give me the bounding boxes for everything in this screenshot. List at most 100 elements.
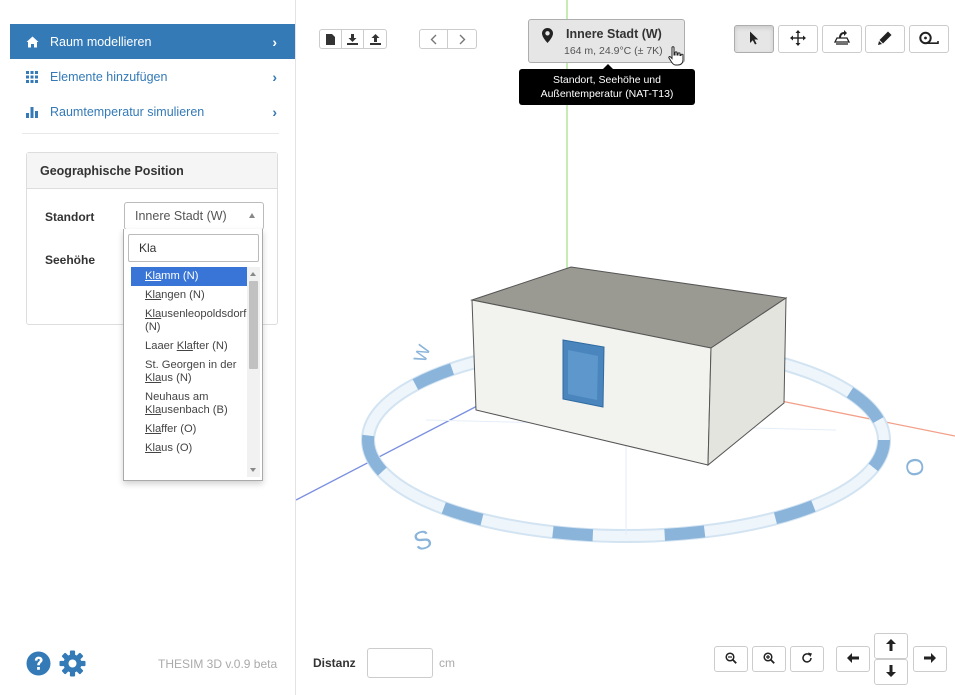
option-text-match: Kla	[145, 404, 162, 416]
standort-select-value: Innere Stadt (W)	[135, 209, 227, 223]
chevron-right-icon: ›	[272, 68, 277, 85]
rotate-tool-button[interactable]	[822, 25, 862, 53]
option-text-before: Neuhaus am	[145, 391, 209, 403]
dropdown-option[interactable]: Laaer Klafter (N)	[131, 337, 247, 356]
option-text-after: us (O)	[161, 442, 193, 454]
home-icon	[24, 36, 40, 48]
nav-item-elemente-hinzufuegen[interactable]: Elemente hinzufügen ›	[10, 59, 295, 94]
option-text-after: fter (N)	[192, 340, 228, 352]
scroll-up-icon	[250, 272, 256, 276]
select-tool-button[interactable]	[734, 25, 774, 53]
history-toolbar	[419, 29, 477, 49]
caret-up-icon	[249, 213, 255, 218]
option-text-after: us (N)	[161, 372, 192, 384]
distance-unit: cm	[439, 656, 455, 670]
reset-view-button[interactable]	[790, 646, 824, 672]
tooltip-line-1: Standort, Seehöhe und	[552, 74, 661, 86]
gear-icon[interactable]	[59, 650, 86, 677]
nav-item-raum-modellieren[interactable]: Raum modellieren ›	[10, 24, 295, 59]
option-text-match: Kla	[145, 423, 162, 435]
download-icon[interactable]	[342, 30, 364, 48]
chevron-right-icon: ›	[272, 33, 277, 50]
rotate-object-icon	[833, 29, 851, 49]
draw-tool-button[interactable]	[865, 25, 905, 53]
zoom-in-icon	[763, 651, 775, 667]
dropdown-options: Klamm (N) Klangen (N) Klausenleopoldsdorf …	[131, 267, 247, 458]
option-text-after: ffer (O)	[161, 423, 197, 435]
location-title: Innere Stadt (W)	[566, 27, 662, 41]
distance-input[interactable]	[367, 648, 433, 678]
hand-pointer-icon	[668, 46, 684, 69]
scroll-down-icon	[250, 468, 256, 472]
tooltip-line-2: Außentemperatur (NAT-T13)	[540, 88, 674, 100]
pan-left-button[interactable]	[836, 646, 870, 672]
standort-select[interactable]: Innere Stadt (W)	[124, 202, 264, 230]
bar-chart-icon	[24, 106, 40, 118]
dropdown-option[interactable]: Klaffer (O)	[131, 420, 247, 439]
pan-right-button[interactable]	[913, 646, 947, 672]
measure-tool-button[interactable]	[909, 25, 949, 53]
move-tool-button[interactable]	[778, 25, 818, 53]
upload-icon[interactable]	[364, 30, 386, 48]
option-text-match: Kla	[145, 308, 162, 320]
file-toolbar	[319, 29, 387, 49]
window[interactable]	[562, 339, 605, 408]
option-text-match: Kla	[145, 442, 162, 454]
chevron-right-icon: ›	[272, 103, 277, 120]
sidebar-edge	[0, 0, 10, 695]
move-icon	[790, 29, 806, 49]
zoom-out-button[interactable]	[714, 646, 748, 672]
question-circle-icon[interactable]	[26, 651, 51, 676]
undo-icon[interactable]	[420, 30, 448, 48]
distance-label: Distanz	[313, 656, 356, 670]
arrow-down-icon	[886, 664, 896, 680]
location-tooltip: Standort, Seehöhe und Außentemperatur (N…	[519, 64, 695, 105]
option-text-after: usenbach (B)	[161, 404, 228, 416]
arrow-up-icon	[886, 638, 896, 654]
version-text: THESIM 3D v.0.9 beta	[158, 657, 278, 671]
option-text-match: Kla	[176, 340, 193, 352]
arrow-left-icon	[847, 652, 859, 666]
pan-down-button[interactable]	[874, 659, 908, 685]
dropdown-scrollbar[interactable]	[247, 267, 260, 477]
zoom-in-button[interactable]	[752, 646, 786, 672]
option-text-before: St. Georgen in der	[145, 359, 237, 371]
compass-west-label: W	[410, 342, 435, 365]
nav-item-raumtemperatur-simulieren[interactable]: Raumtemperatur simulieren ›	[10, 94, 295, 129]
arrow-right-icon	[924, 652, 936, 666]
option-text-after: ngen (N)	[161, 289, 205, 301]
new-file-icon[interactable]	[320, 30, 342, 48]
map-marker-icon	[542, 28, 553, 46]
select-cursor-icon	[749, 31, 759, 48]
location-button[interactable]: Innere Stadt (W) 164 m, 24.9°C (± 7K)	[528, 19, 685, 66]
option-text-match: Kla	[145, 372, 162, 384]
dropdown-option[interactable]: Klangen (N)	[131, 286, 247, 305]
nav-label: Raumtemperatur simulieren	[50, 104, 205, 119]
dropdown-search-input[interactable]: Kla	[128, 234, 259, 262]
compass-south-label: S	[410, 523, 436, 557]
zoom-out-icon	[725, 651, 737, 667]
redo-icon[interactable]	[448, 30, 476, 48]
dropdown-option[interactable]: Neuhaus am Klausenbach (B)	[131, 388, 247, 420]
pencil-icon	[878, 31, 892, 48]
pan-up-button[interactable]	[874, 633, 908, 659]
sidebar-footer-icons	[26, 650, 86, 677]
dropdown-option[interactable]: St. Georgen in der Klaus (N)	[131, 356, 247, 388]
nav-menu: Raum modellieren › Elemente hinzufügen ›…	[10, 24, 295, 129]
dropdown-option[interactable]: Klaus (O)	[131, 439, 247, 458]
dropdown-option[interactable]: Klausenleopoldsdorf (N)	[131, 305, 247, 337]
refresh-icon	[801, 652, 813, 667]
option-text-before: Laaer	[145, 340, 177, 352]
location-subtitle: 164 m, 24.9°C (± 7K)	[564, 45, 663, 57]
room-box[interactable]	[470, 266, 788, 467]
dropdown-option[interactable]: Klamm (N)	[131, 267, 247, 286]
option-text-match: Kla	[145, 289, 162, 301]
search-value: Kla	[139, 241, 157, 255]
divider	[22, 133, 279, 134]
option-text-after: usenleopoldsdorf (N)	[145, 308, 247, 333]
compass-east-label: O	[899, 456, 929, 479]
option-text-match: Kla	[145, 270, 162, 282]
scroll-thumb[interactable]	[249, 281, 258, 369]
seehoehe-label: Seehöhe	[45, 253, 96, 267]
grid-icon	[24, 70, 40, 83]
